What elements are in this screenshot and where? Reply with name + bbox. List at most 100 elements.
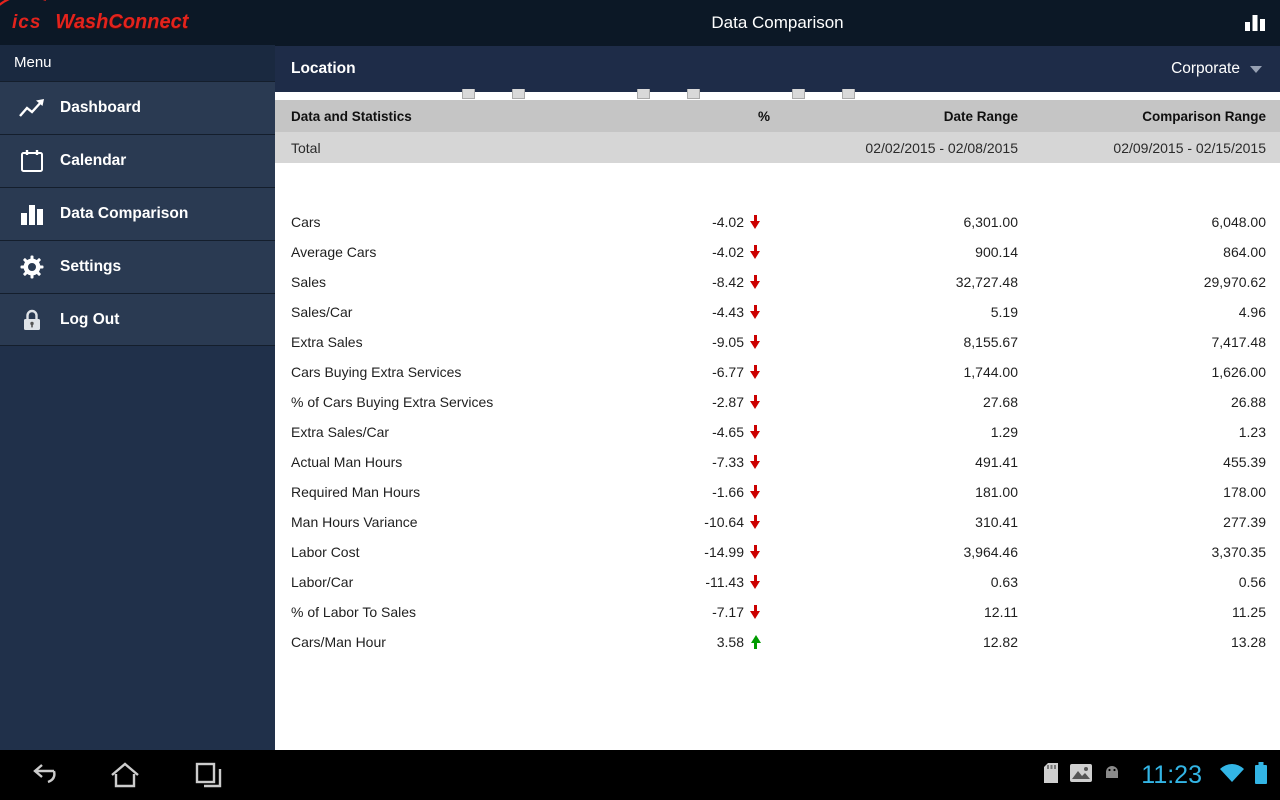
- table-row: Man Hours Variance -10.64 310.41 277.39: [275, 507, 1280, 537]
- row-date-value: 8,155.67: [963, 334, 1019, 350]
- table-row: Extra Sales -9.05 8,155.67 7,417.48: [275, 327, 1280, 357]
- trend-arrow-icon: [750, 485, 761, 499]
- chevron-down-icon: [1250, 65, 1262, 73]
- row-date-value: 310.41: [975, 514, 1018, 530]
- row-percent: -4.02: [712, 214, 744, 230]
- row-label: Actual Man Hours: [291, 454, 403, 470]
- row-date-value: 3,964.46: [963, 544, 1019, 560]
- row-label: Average Cars: [291, 244, 377, 260]
- table-row: Average Cars -4.02 900.14 864.00: [275, 237, 1280, 267]
- row-percent: -2.87: [712, 394, 744, 410]
- row-date-value: 6,301.00: [963, 214, 1019, 230]
- sidebar: ics WashConnect Menu Dashboard Calendar …: [0, 0, 275, 750]
- trend-arrow-icon: [750, 455, 761, 469]
- table-header: Data and Statistics % Date Range Compari…: [275, 100, 1280, 132]
- row-comparison-value: 178.00: [1223, 484, 1266, 500]
- spinner-edge: [792, 89, 805, 99]
- row-label: Sales: [291, 274, 327, 290]
- row-comparison-value: 0.56: [1238, 574, 1266, 590]
- washconnect-logo: WashConnect: [55, 11, 189, 33]
- spinner-edge: [842, 89, 855, 99]
- sidebar-item-label: Settings: [60, 258, 122, 275]
- logo-swoosh-icon: [0, 0, 46, 6]
- location-bar: Location Corporate: [275, 46, 1280, 92]
- table-row: Sales -8.42 32,727.48 29,970.62: [275, 267, 1280, 297]
- row-date-value: 12.11: [984, 604, 1018, 620]
- total-row: Total 02/02/2015 - 02/08/2015 02/09/2015…: [275, 132, 1280, 163]
- row-percent: -4.02: [712, 244, 744, 260]
- recents-button[interactable]: [190, 758, 228, 792]
- header-data-and-statistics: Data and Statistics: [291, 108, 412, 124]
- trend-arrow-icon: [750, 305, 761, 319]
- trend-arrow-icon: [750, 515, 761, 529]
- row-comparison-value: 1,626.00: [1211, 364, 1267, 380]
- wifi-icon: [1219, 763, 1245, 788]
- row-percent: -6.77: [712, 364, 744, 380]
- table-body: Cars -4.02 6,301.00 6,048.00 Average Car…: [275, 163, 1280, 657]
- trend-arrow-icon: [750, 245, 761, 259]
- main-area: Data Comparison Location Corporate Data …: [275, 0, 1280, 750]
- sidebar-item-dashboard[interactable]: Dashboard: [0, 81, 275, 134]
- row-percent: -14.99: [704, 544, 744, 560]
- sidebar-item-calendar[interactable]: Calendar: [0, 134, 275, 187]
- home-button[interactable]: [106, 758, 144, 792]
- row-label: Sales/Car: [291, 304, 353, 320]
- app-root: ics WashConnect Menu Dashboard Calendar …: [0, 0, 1280, 800]
- total-label: Total: [291, 139, 321, 156]
- location-label: Location: [291, 60, 356, 77]
- spinner-edge: [637, 89, 650, 99]
- sidebar-item-data-comparison[interactable]: Data Comparison: [0, 187, 275, 240]
- row-percent: -9.05: [712, 334, 744, 350]
- trend-arrow-icon: [750, 365, 761, 379]
- row-label: Cars: [291, 214, 321, 230]
- row-date-value: 1,744.00: [963, 364, 1019, 380]
- table-row: Labor/Car -11.43 0.63 0.56: [275, 567, 1280, 597]
- menu-heading: Menu: [0, 45, 275, 81]
- usb-debug-icon: [1102, 763, 1122, 788]
- spinner-edge: [512, 89, 525, 99]
- row-comparison-value: 4.96: [1238, 304, 1266, 320]
- clock: 11:23: [1141, 760, 1202, 789]
- row-percent: -7.33: [712, 454, 744, 470]
- table-row: Labor Cost -14.99 3,964.46 3,370.35: [275, 537, 1280, 567]
- table-row: Cars Buying Extra Services -6.77 1,744.0…: [275, 357, 1280, 387]
- row-date-value: 0.63: [990, 574, 1018, 590]
- row-label: Required Man Hours: [291, 484, 421, 500]
- back-button[interactable]: [22, 758, 60, 792]
- row-percent: -8.42: [712, 274, 744, 290]
- header-comparison-range: Comparison Range: [1142, 108, 1266, 124]
- chart-icon[interactable]: [1244, 11, 1266, 38]
- table-row: % of Cars Buying Extra Services -2.87 27…: [275, 387, 1280, 417]
- filter-strip: [275, 89, 1280, 100]
- page-title: Data Comparison: [711, 13, 844, 32]
- row-comparison-value: 455.39: [1223, 454, 1266, 470]
- row-percent: -4.65: [712, 424, 744, 440]
- lock-icon: [18, 308, 45, 332]
- row-label: Labor Cost: [291, 544, 360, 560]
- row-date-value: 1.29: [990, 424, 1018, 440]
- row-percent: -11.43: [705, 574, 744, 590]
- table-row: Extra Sales/Car -4.65 1.29 1.23: [275, 417, 1280, 447]
- table-row: Sales/Car -4.43 5.19 4.96: [275, 297, 1280, 327]
- row-comparison-value: 13.28: [1230, 634, 1266, 650]
- trend-arrow-icon: [750, 275, 761, 289]
- trend-arrow-icon: [750, 635, 761, 649]
- row-comparison-value: 3,370.35: [1211, 544, 1267, 560]
- trend-arrow-icon: [750, 425, 761, 439]
- sidebar-item-settings[interactable]: Settings: [0, 240, 275, 293]
- row-comparison-value: 277.39: [1223, 514, 1266, 530]
- header-date-range: Date Range: [943, 108, 1018, 124]
- trend-arrow-icon: [750, 215, 761, 229]
- spinner-edge: [462, 89, 475, 99]
- spinner-edge: [687, 89, 700, 99]
- row-comparison-value: 26.88: [1230, 394, 1266, 410]
- row-percent: -7.17: [712, 604, 744, 620]
- sidebar-item-logout[interactable]: Log Out: [0, 293, 275, 346]
- row-date-value: 900.14: [975, 244, 1018, 260]
- row-percent: -10.64: [704, 514, 744, 530]
- row-date-value: 5.19: [990, 304, 1018, 320]
- trend-arrow-icon: [750, 545, 761, 559]
- location-selected-value: Corporate: [1171, 60, 1240, 77]
- row-comparison-value: 1.23: [1238, 424, 1266, 440]
- location-dropdown[interactable]: Corporate: [1171, 60, 1262, 78]
